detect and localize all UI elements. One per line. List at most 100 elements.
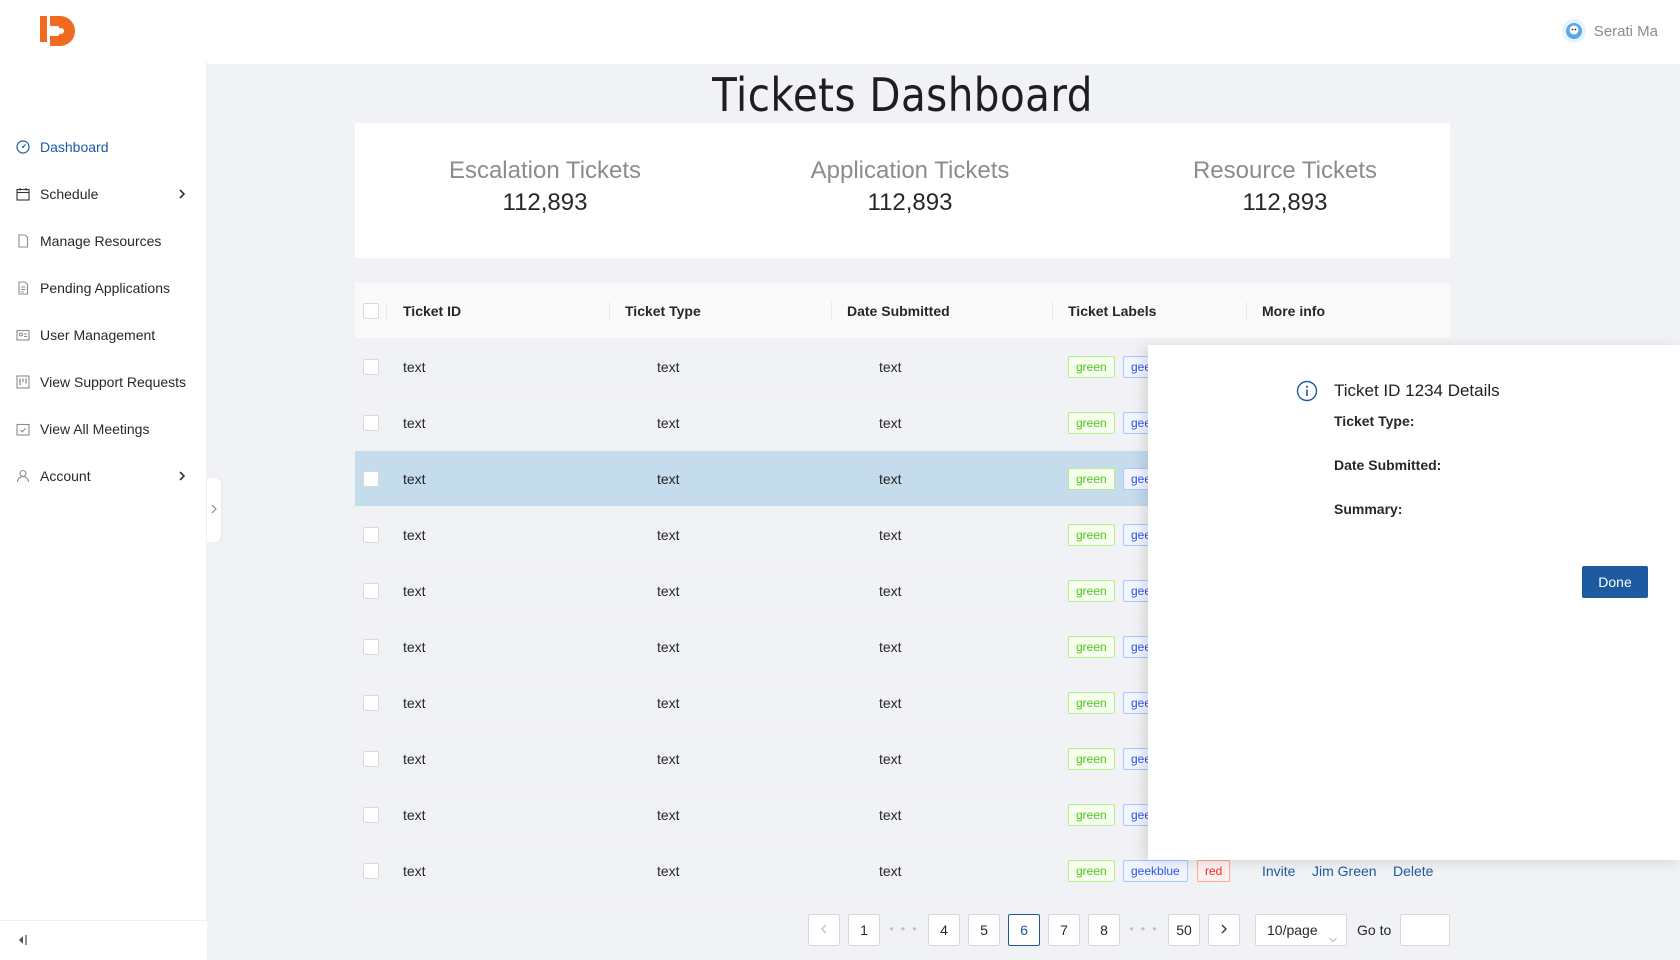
sidebar-item-label: Pending Applications xyxy=(40,280,170,296)
chevron-right-icon xyxy=(209,502,219,518)
page-size-value: 10/page xyxy=(1267,922,1318,938)
stat-escalation-tickets: Escalation Tickets 112,893 xyxy=(445,157,645,217)
sidebar-item-label: View Support Requests xyxy=(40,374,187,390)
row-checkbox[interactable] xyxy=(363,359,379,375)
page-1-button[interactable]: 1 xyxy=(848,914,880,946)
column-header-date-submitted[interactable]: Date Submitted xyxy=(847,283,950,339)
sidebar-item-label: View All Meetings xyxy=(40,421,150,437)
date-submitted-cell: text xyxy=(879,639,902,655)
sidebar-item-label: Schedule xyxy=(40,186,99,202)
goto-label: Go to xyxy=(1357,922,1392,938)
field-ticket-type: Ticket Type: xyxy=(1334,413,1415,429)
row-checkbox[interactable] xyxy=(363,639,379,655)
ticket-id-cell: text xyxy=(403,695,426,711)
sidebar-item-label: User Management xyxy=(40,327,156,343)
page-8-button[interactable]: 8 xyxy=(1088,914,1120,946)
sidebar-item-label: Account xyxy=(40,468,91,484)
tag-green: green xyxy=(1068,412,1115,434)
stat-value: 112,893 xyxy=(1242,189,1328,216)
stats-card: Escalation Tickets 112,893 Application T… xyxy=(355,123,1450,258)
date-submitted-cell: text xyxy=(879,583,902,599)
page-6-button-current[interactable]: 6 xyxy=(1008,914,1040,946)
page-size-select[interactable]: 10/page xyxy=(1255,914,1347,946)
file-text-icon xyxy=(16,281,30,295)
user-name: Serati Ma xyxy=(1593,22,1658,40)
chevron-left-icon xyxy=(821,924,827,934)
sidebar-item-view-all-meetings[interactable]: View All Meetings xyxy=(0,409,207,449)
tag-green: green xyxy=(1068,524,1115,546)
ticket-type-cell: text xyxy=(657,527,680,543)
jump-next-ellipsis[interactable]: • • • xyxy=(1128,914,1160,946)
column-header-more-info[interactable]: More info xyxy=(1262,283,1325,339)
row-checkbox[interactable] xyxy=(363,695,379,711)
tag-green: green xyxy=(1068,356,1115,378)
column-header-ticket-labels[interactable]: Ticket Labels xyxy=(1068,283,1156,339)
stat-label: Application Tickets xyxy=(810,157,1010,184)
row-checkbox[interactable] xyxy=(363,751,379,767)
goto-input[interactable] xyxy=(1400,914,1450,946)
page-4-button[interactable]: 4 xyxy=(928,914,960,946)
row-checkbox[interactable] xyxy=(363,471,379,487)
panel-title: Ticket ID 1234 Details xyxy=(1334,381,1500,400)
prev-page-button[interactable] xyxy=(808,914,840,946)
field-date-submitted: Date Submitted: xyxy=(1334,457,1442,473)
done-button[interactable]: Done xyxy=(1582,566,1648,598)
tag-green: green xyxy=(1068,636,1115,658)
user-menu[interactable]: Serati Ma xyxy=(1561,18,1658,44)
column-header-ticket-type[interactable]: Ticket Type xyxy=(625,283,701,339)
date-submitted-cell: text xyxy=(879,751,902,767)
user-icon xyxy=(16,469,30,483)
column-header-ticket-id[interactable]: Ticket ID xyxy=(403,283,461,339)
row-checkbox[interactable] xyxy=(363,527,379,543)
sidebar-expand-tab[interactable] xyxy=(207,478,221,542)
tag-green: green xyxy=(1068,748,1115,770)
date-submitted-cell: text xyxy=(879,359,902,375)
calendar-icon xyxy=(16,187,30,201)
stat-value: 112,893 xyxy=(867,189,953,216)
date-submitted-cell: text xyxy=(879,807,902,823)
app-logo[interactable] xyxy=(40,14,80,48)
column-divider xyxy=(1052,302,1053,320)
date-submitted-cell: text xyxy=(879,527,902,543)
column-divider xyxy=(1246,302,1247,320)
page-50-button[interactable]: 50 xyxy=(1168,914,1200,946)
ticket-type-cell: text xyxy=(657,583,680,599)
chevron-right-icon xyxy=(175,187,189,201)
sidebar-item-user-management[interactable]: User Management xyxy=(0,315,207,355)
ticket-details-panel: Ticket ID 1234 Details Ticket Type: Date… xyxy=(1148,345,1680,860)
date-submitted-cell: text xyxy=(879,695,902,711)
sidebar-item-view-support-requests[interactable]: View Support Requests xyxy=(0,362,207,402)
ticket-type-cell: text xyxy=(657,639,680,655)
chevron-right-icon xyxy=(1221,924,1227,934)
tag-green: green xyxy=(1068,860,1115,882)
date-submitted-cell: text xyxy=(879,863,902,879)
chevron-down-icon xyxy=(1328,925,1338,955)
column-divider xyxy=(831,302,832,320)
sidebar-item-manage-resources[interactable]: Manage Resources xyxy=(0,221,207,261)
sidebar-item-pending-applications[interactable]: Pending Applications xyxy=(0,268,207,308)
chevron-right-icon xyxy=(175,469,189,483)
select-all-checkbox[interactable] xyxy=(363,303,379,319)
stat-value: 112,893 xyxy=(502,189,588,216)
dashboard-icon xyxy=(16,140,30,154)
sidebar-item-label: Manage Resources xyxy=(40,233,162,249)
sidebar-item-dashboard[interactable]: Dashboard xyxy=(0,127,207,167)
tag-geekblue: geekblue xyxy=(1123,860,1188,882)
info-circle-icon xyxy=(1296,380,1318,402)
row-checkbox[interactable] xyxy=(363,415,379,431)
ticket-type-cell: text xyxy=(657,471,680,487)
tag-red: red xyxy=(1197,860,1231,882)
tag-green: green xyxy=(1068,804,1115,826)
row-checkbox[interactable] xyxy=(363,807,379,823)
page-7-button[interactable]: 7 xyxy=(1048,914,1080,946)
row-checkbox[interactable] xyxy=(363,583,379,599)
page-5-button[interactable]: 5 xyxy=(968,914,1000,946)
row-checkbox[interactable] xyxy=(363,863,379,879)
sidebar-item-account[interactable]: Account xyxy=(0,456,207,496)
sidebar-item-schedule[interactable]: Schedule xyxy=(0,174,207,214)
jump-prev-ellipsis[interactable]: • • • xyxy=(888,914,920,946)
stat-resource-tickets: Resource Tickets 112,893 xyxy=(1185,157,1385,217)
next-page-button[interactable] xyxy=(1208,914,1240,946)
ticket-id-cell: text xyxy=(403,527,426,543)
ticket-id-cell: text xyxy=(403,639,426,655)
